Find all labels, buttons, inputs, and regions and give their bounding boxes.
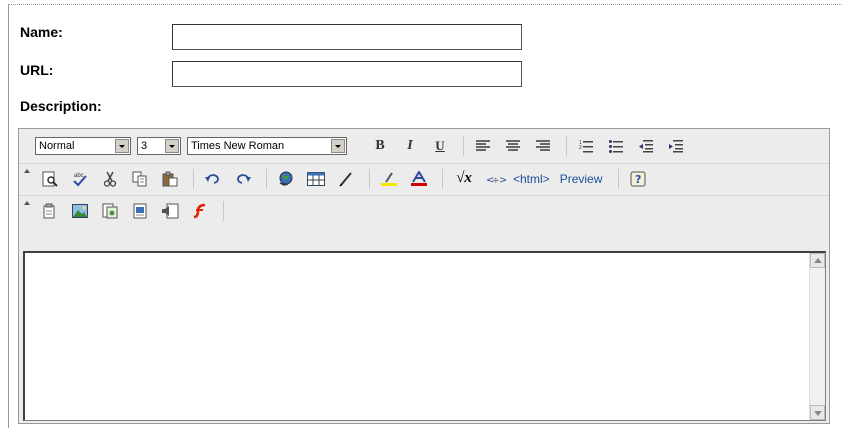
align-center-icon[interactable] [500,135,526,157]
toolbar-separator [566,136,567,156]
toolbar-row-edit: abc √x < ÷ > <html> Preview ? [19,163,829,193]
font-select-value: Times New Roman [191,140,285,152]
toolbar-separator [442,168,443,189]
size-select[interactable]: 3 [137,137,181,155]
align-right-icon[interactable] [530,135,556,157]
undo-icon[interactable] [200,168,226,190]
toolbar-grip[interactable] [23,168,30,189]
name-label: Name: [20,24,63,40]
scroll-down-icon[interactable] [810,405,825,420]
bold-button[interactable]: B [367,135,393,157]
copy-icon[interactable] [127,168,153,190]
special-char-icon[interactable]: < ÷ > [483,168,509,190]
url-input[interactable] [172,61,522,87]
equation-button[interactable]: √x [449,168,479,190]
preview-link[interactable]: Preview [560,172,603,186]
svg-text:>: > [499,175,506,185]
font-color-icon[interactable] [406,168,432,190]
redo-icon[interactable] [230,168,256,190]
table-icon[interactable] [303,168,329,190]
rich-text-editor: Normal 3 Times New Roman B I U 12 abc √x… [18,128,830,424]
toolbar-separator [618,168,620,189]
toolbar-row-format: Normal 3 Times New Roman B I U 12 [19,131,829,161]
underline-button[interactable]: U [427,135,453,157]
name-input[interactable] [172,24,522,50]
html-mode-link[interactable]: <html> [513,172,550,186]
format-select-value: Normal [39,140,75,152]
link-icon[interactable] [273,168,299,190]
pen-icon[interactable] [333,168,359,190]
insert-audio-icon[interactable] [157,200,183,222]
svg-text:2: 2 [579,145,582,151]
paste-icon[interactable] [157,168,183,190]
toolbar-grip[interactable] [23,200,30,221]
insert-page-icon[interactable] [127,200,153,222]
unordered-list-icon[interactable] [603,135,629,157]
toolbar-row-insert [19,195,829,225]
editor-content-area[interactable] [23,251,826,421]
insert-file-icon[interactable] [97,200,123,222]
align-left-icon[interactable] [470,135,496,157]
svg-text:abc: abc [74,173,84,179]
highlight-color-icon[interactable] [376,168,402,190]
svg-text:?: ? [635,173,641,186]
toolbar-separator [223,200,224,221]
outdent-icon[interactable] [633,135,659,157]
toolbar-separator [193,168,194,189]
chevron-down-icon [331,139,345,153]
toolbar-separator [463,136,464,156]
toolbar-separator [369,168,370,189]
format-select[interactable]: Normal [35,137,131,155]
help-icon[interactable]: ? [625,168,651,190]
find-icon[interactable] [37,168,63,190]
chevron-down-icon [165,139,179,153]
insert-flash-icon[interactable] [187,200,213,222]
spellcheck-icon[interactable]: abc [67,168,93,190]
size-select-value: 3 [141,140,148,152]
indent-icon[interactable] [663,135,689,157]
ordered-list-icon[interactable]: 12 [573,135,599,157]
cut-icon[interactable] [97,168,123,190]
font-select[interactable]: Times New Roman [187,137,347,155]
document-icon[interactable] [37,200,63,222]
editor-scrollbar[interactable] [809,253,825,420]
scroll-up-icon[interactable] [810,253,825,268]
insert-image-icon[interactable] [67,200,93,222]
italic-button[interactable]: I [397,135,423,157]
url-label: URL: [20,62,54,78]
chevron-down-icon [115,139,129,153]
description-label: Description: [20,98,102,114]
toolbar-separator [266,168,267,189]
